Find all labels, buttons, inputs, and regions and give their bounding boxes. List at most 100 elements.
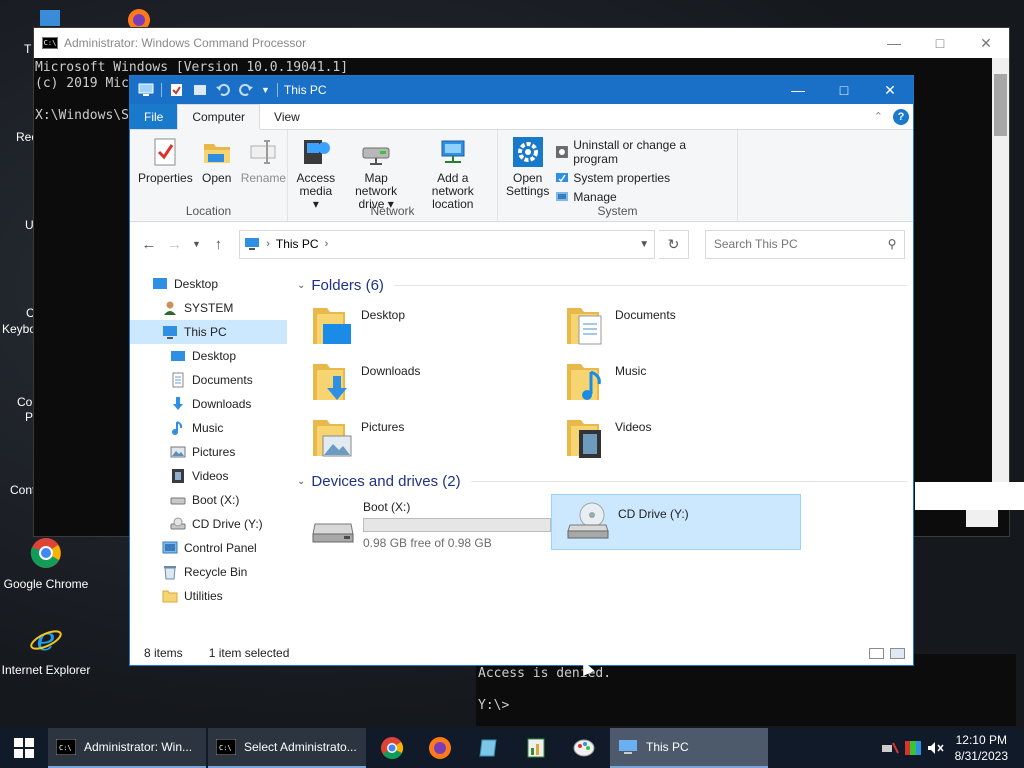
nav-item-desktop[interactable]: Desktop xyxy=(130,344,287,368)
downloads-folder-icon xyxy=(313,364,347,400)
nav-item-desktop[interactable]: Desktop xyxy=(130,272,287,296)
taskbar: C:\ Administrator: Win... C:\ Select Adm… xyxy=(0,728,1024,768)
folder-tile-desktop[interactable]: Desktop xyxy=(297,298,551,354)
display-icon[interactable] xyxy=(904,741,921,755)
videos-icon xyxy=(172,469,184,483)
refresh-button[interactable]: ↻ xyxy=(659,229,689,259)
paint-icon xyxy=(573,739,595,757)
properties-label: Properties xyxy=(138,171,193,185)
taskbar-app-blue[interactable] xyxy=(464,728,512,768)
explorer-window[interactable]: ▼ This PC — □ ✕ File Computer View ⌃ ? P… xyxy=(129,75,914,666)
nav-item-documents[interactable]: Documents xyxy=(130,368,287,392)
clock[interactable]: 12:10 PM 8/31/2023 xyxy=(951,732,1012,764)
tab-view[interactable]: View xyxy=(260,104,314,129)
recent-locations-button[interactable]: ▼ xyxy=(190,239,204,249)
maximize-button[interactable]: □ xyxy=(917,35,963,52)
desktop-icon-internet-explorer[interactable]: e Internet Explorer xyxy=(0,620,92,677)
collapse-ribbon-icon[interactable]: ⌃ xyxy=(874,110,883,123)
nav-item-label: Desktop xyxy=(174,277,219,291)
nav-item-utilities[interactable]: Utilities xyxy=(130,584,287,608)
chevron-down-icon[interactable]: ⌄ xyxy=(297,476,305,487)
taskbar-item-cmd-select[interactable]: C:\ Select Administrato... xyxy=(208,728,366,768)
explorer-titlebar[interactable]: ▼ This PC — □ ✕ xyxy=(130,76,913,104)
folder-tile-pictures[interactable]: Pictures xyxy=(297,410,551,466)
nav-item-recycle-bin[interactable]: Recycle Bin xyxy=(130,560,287,584)
maximize-button[interactable]: □ xyxy=(821,82,867,99)
properties-icon[interactable] xyxy=(169,83,185,97)
volume-muted-icon[interactable] xyxy=(927,741,945,755)
folders-group-header[interactable]: ⌄ Folders (6) xyxy=(297,272,913,298)
system-properties-icon xyxy=(556,173,569,183)
redo-icon[interactable] xyxy=(238,83,254,97)
folder-tile-videos[interactable]: Videos xyxy=(551,410,805,466)
ribbon: Properties Open Rename Location Access m… xyxy=(130,130,913,222)
pictures-icon xyxy=(170,446,186,458)
new-folder-icon[interactable] xyxy=(192,83,208,97)
close-button[interactable]: ✕ xyxy=(963,35,1009,52)
minimize-button[interactable]: — xyxy=(871,35,917,52)
taskbar-app-chart[interactable] xyxy=(512,728,560,768)
navigation-pane[interactable]: Desktop SYSTEM This PC Desktop Documents… xyxy=(130,266,287,641)
background-window-fragment xyxy=(966,510,998,527)
cmd-scrollbar[interactable] xyxy=(992,58,1009,508)
breadcrumb[interactable]: This PC xyxy=(276,237,319,251)
taskbar-app-paint[interactable] xyxy=(560,728,608,768)
desktop-icon-label-partial: P xyxy=(25,410,34,424)
items-view[interactable]: ⌄ Folders (6) Desktop Documents Download… xyxy=(287,266,913,641)
up-button[interactable]: ↑ xyxy=(207,236,229,253)
taskbar-item-cmd[interactable]: C:\ Administrator: Win... xyxy=(48,728,206,768)
computer-icon[interactable] xyxy=(38,8,62,28)
back-button[interactable]: ← xyxy=(138,236,160,253)
manage-button[interactable]: Manage xyxy=(555,190,733,204)
nav-item-this-pc[interactable]: This PC xyxy=(130,320,287,344)
taskbar-item-label: This PC xyxy=(646,740,689,754)
breadcrumb-chevron-icon[interactable]: › xyxy=(266,238,270,250)
minimize-button[interactable]: — xyxy=(775,82,821,99)
nav-item-boot-drive[interactable]: Boot (X:) xyxy=(130,488,287,512)
address-bar[interactable]: › This PC › ▼ xyxy=(239,229,656,259)
taskbar-item-this-pc[interactable]: This PC xyxy=(610,728,768,768)
drive-tile-cd[interactable]: CD Drive (Y:) xyxy=(551,494,801,550)
taskbar-firefox[interactable] xyxy=(416,728,464,768)
nav-item-cd-drive[interactable]: CD Drive (Y:) xyxy=(130,512,287,536)
folder-tile-documents[interactable]: Documents xyxy=(551,298,805,354)
folder-tile-downloads[interactable]: Downloads xyxy=(297,354,551,410)
taskbar-chrome[interactable] xyxy=(368,728,416,768)
help-icon[interactable]: ? xyxy=(893,108,909,125)
nav-item-control-panel[interactable]: Control Panel xyxy=(130,536,287,560)
desktop-icon-label-partial: Keybo xyxy=(2,322,37,336)
tab-computer[interactable]: Computer xyxy=(177,104,261,130)
chevron-down-icon[interactable]: ▼ xyxy=(634,239,654,250)
drive-free-space: 0.98 GB free of 0.98 GB xyxy=(363,536,492,550)
nav-item-videos[interactable]: Videos xyxy=(130,464,287,488)
network-icon[interactable] xyxy=(881,741,899,755)
chevron-down-icon[interactable]: ⌄ xyxy=(297,280,305,291)
system-properties-button[interactable]: System properties xyxy=(555,171,733,185)
nav-item-system[interactable]: SYSTEM xyxy=(130,296,287,320)
tab-file[interactable]: File xyxy=(130,104,178,129)
drive-tile-boot[interactable]: Boot (X:) 0.98 GB free of 0.98 GB xyxy=(297,494,551,550)
nav-item-pictures[interactable]: Pictures xyxy=(130,440,287,464)
forward-button[interactable]: → xyxy=(164,236,186,253)
close-button[interactable]: ✕ xyxy=(867,82,913,99)
details-view-icon[interactable] xyxy=(869,647,884,659)
scrollbar-thumb[interactable] xyxy=(994,74,1007,136)
cmd-titlebar[interactable]: C:\ Administrator: Windows Command Proce… xyxy=(34,28,1009,58)
nav-item-downloads[interactable]: Downloads xyxy=(130,392,287,416)
uninstall-program-button[interactable]: Uninstall or change a program xyxy=(555,138,733,166)
nav-item-music[interactable]: Music xyxy=(130,416,287,440)
system-properties-label: System properties xyxy=(573,171,671,185)
folder-tile-music[interactable]: Music xyxy=(551,354,805,410)
firefox-icon[interactable] xyxy=(122,6,156,28)
breadcrumb-chevron-icon[interactable]: › xyxy=(325,238,329,250)
folder-name: Documents xyxy=(615,308,676,322)
open-settings-label: Settings xyxy=(506,184,550,198)
search-input[interactable]: Search This PC ⚲ xyxy=(704,229,905,259)
start-button[interactable] xyxy=(0,728,48,768)
desktop-icon-chrome[interactable]: Google Chrome xyxy=(0,536,92,591)
chevron-down-icon[interactable]: ▼ xyxy=(261,85,270,95)
undo-icon[interactable] xyxy=(215,83,231,97)
ribbon-group-label: Location xyxy=(185,204,232,218)
large-icons-view-icon[interactable] xyxy=(890,647,905,659)
drives-group-header[interactable]: ⌄ Devices and drives (2) xyxy=(297,468,913,494)
